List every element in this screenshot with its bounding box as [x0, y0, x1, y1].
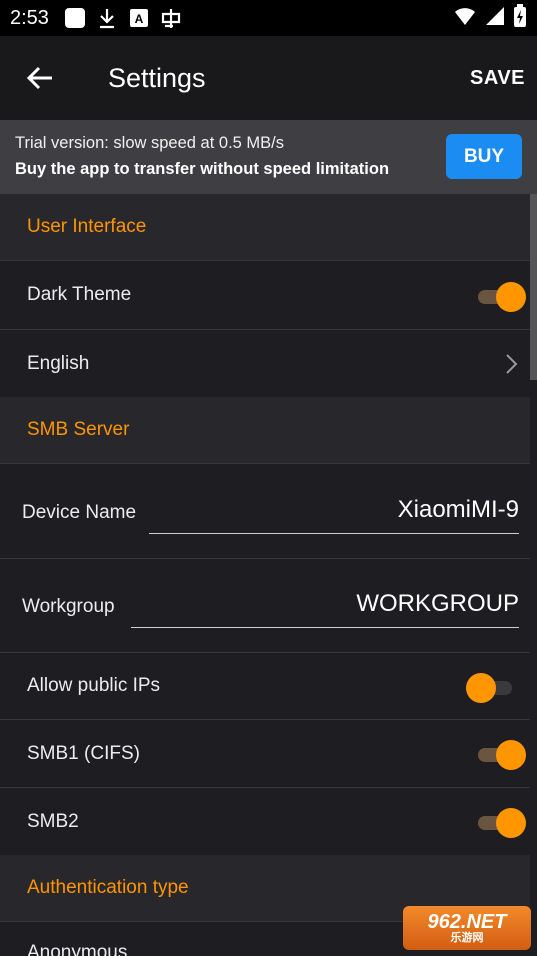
section-user-interface: User Interface [0, 194, 530, 260]
allow-public-ips-toggle[interactable] [466, 673, 516, 703]
app-bar: Settings SAVE [0, 36, 537, 120]
chinese-char-icon [159, 6, 183, 30]
scrollbar[interactable] [530, 194, 537, 380]
dark-theme-label: Dark Theme [27, 284, 132, 305]
dark-theme-toggle[interactable] [476, 282, 526, 312]
auth-anonymous-label: Anonymous [27, 942, 128, 956]
arrow-back-icon [26, 66, 52, 90]
trial-banner: Trial version: slow speed at 0.5 MB/s Bu… [0, 120, 537, 194]
section-smb-server: SMB Server [0, 397, 530, 463]
page-title: Settings [108, 62, 206, 93]
device-name-input[interactable]: XiaomiMI-9 [149, 496, 519, 534]
buy-button[interactable]: BUY [446, 134, 522, 179]
smb2-toggle[interactable] [476, 808, 526, 838]
download-icon [95, 6, 119, 30]
language-label: English [27, 352, 90, 374]
workgroup-label: Workgroup [22, 596, 115, 617]
smb2-label: SMB2 [27, 810, 79, 832]
language-row[interactable]: English [0, 329, 530, 397]
smb2-row[interactable]: SMB2 [0, 787, 530, 855]
signal-icon [485, 6, 505, 31]
watermark-subtext: 乐游网 [450, 931, 484, 944]
workgroup-row: Workgroup WORKGROUP [0, 558, 530, 652]
svg-text:A: A [135, 12, 144, 26]
dark-theme-row[interactable]: Dark Theme [0, 260, 530, 329]
status-time: 2:53 [10, 6, 49, 29]
allow-public-ips-row[interactable]: Allow public IPs [0, 652, 530, 719]
workgroup-input[interactable]: WORKGROUP [131, 590, 519, 628]
device-name-row: Device Name XiaomiMI-9 [0, 463, 530, 558]
chevron-right-icon [506, 354, 518, 374]
app-square-icon [63, 6, 87, 30]
back-button[interactable] [0, 36, 80, 120]
smb1-row[interactable]: SMB1 (CIFS) [0, 719, 530, 787]
wifi-icon [453, 6, 477, 31]
smb1-toggle[interactable] [476, 740, 526, 770]
device-name-label: Device Name [22, 502, 137, 523]
watermark-text: 962.NET [427, 910, 507, 933]
battery-charging-icon [513, 3, 527, 33]
smb1-label: SMB1 (CIFS) [27, 742, 140, 764]
watermark-logo: 962.NET 乐游网 [403, 906, 531, 950]
allow-public-ips-label: Allow public IPs [27, 675, 161, 696]
save-button[interactable]: SAVE [470, 67, 525, 90]
status-bar: 2:53 A [0, 0, 537, 36]
a-box-icon: A [127, 6, 151, 30]
